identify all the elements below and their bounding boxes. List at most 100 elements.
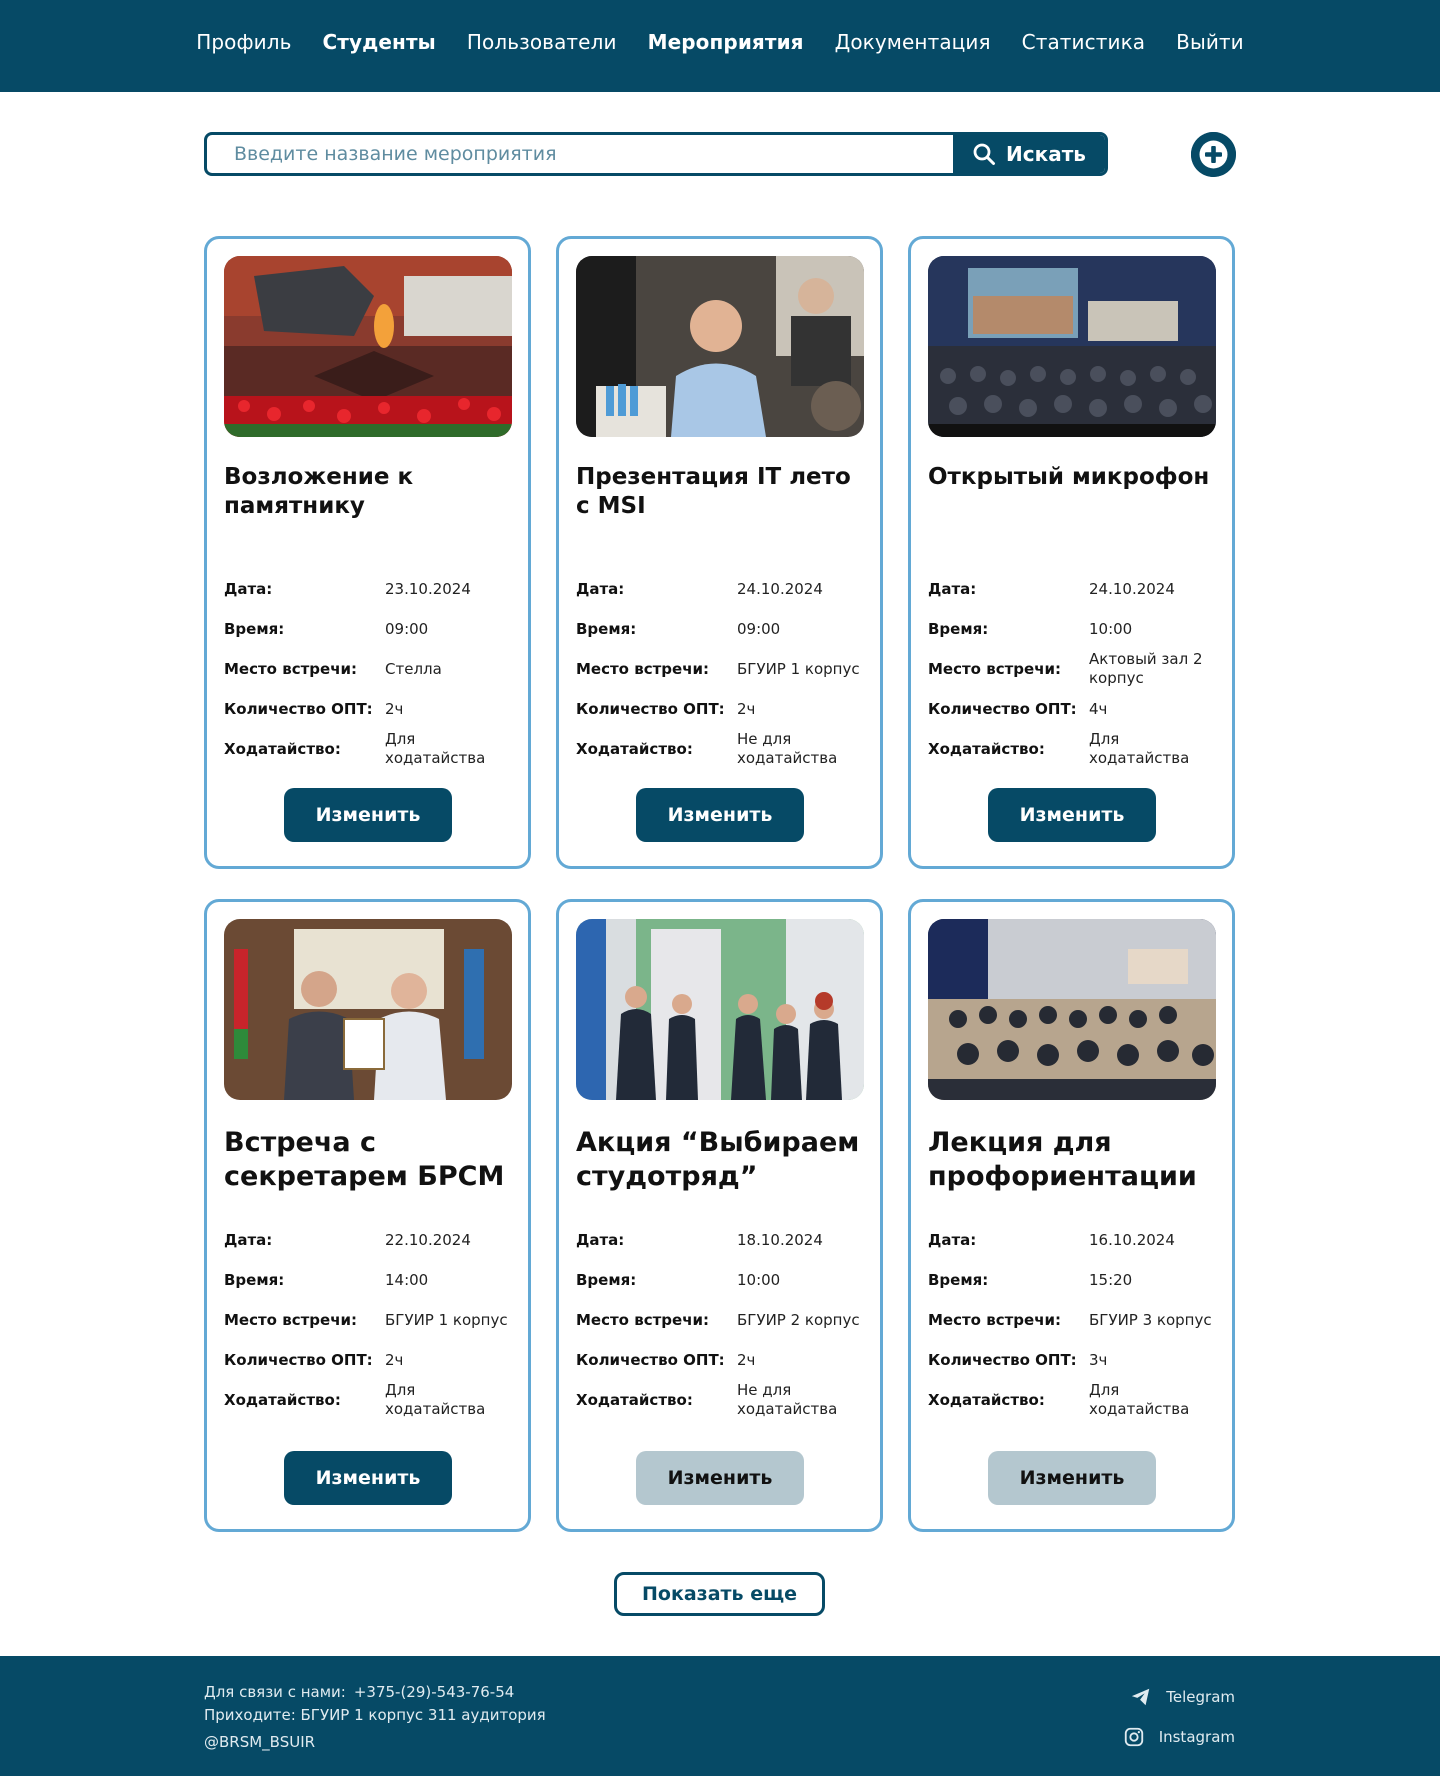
place-label: Место встречи: bbox=[576, 660, 710, 678]
place-value: Стелла bbox=[385, 659, 442, 678]
nav-profile[interactable]: Профиль bbox=[196, 30, 291, 54]
place-value: Актовый зал 2 корпус bbox=[1089, 650, 1203, 687]
event-title: Встреча с секретарем БРСМ bbox=[224, 1127, 505, 1192]
footer-address: Приходите: БГУИР 1 корпус 311 аудитория bbox=[204, 1706, 546, 1724]
event-title: Возложение к памятнику bbox=[224, 464, 414, 519]
contact-label: Для связи с нами: bbox=[204, 1683, 346, 1701]
instagram-link[interactable]: Instagram bbox=[1123, 1726, 1235, 1748]
nav-statistics[interactable]: Статистика bbox=[1022, 30, 1146, 54]
time-value: 10:00 bbox=[737, 1270, 781, 1289]
place-label: Место встречи: bbox=[576, 1311, 710, 1329]
telegram-icon bbox=[1132, 1688, 1150, 1706]
opt-value: 2ч bbox=[385, 699, 404, 718]
petition-label: Ходатайство: bbox=[928, 1391, 1045, 1409]
search-bar: Искать bbox=[204, 132, 1108, 176]
search-icon bbox=[973, 143, 996, 165]
event-card: Встреча с секретарем БРСМ Дата: 22.10.202… bbox=[204, 899, 531, 1532]
petition-label: Ходатайство: bbox=[576, 740, 693, 758]
petition-label: Ходатайство: bbox=[224, 1391, 341, 1409]
event-photo bbox=[928, 919, 1216, 1100]
petition-label: Ходатайство: bbox=[576, 1391, 693, 1409]
place-value: БГУИР 2 корпус bbox=[737, 1310, 860, 1329]
date-label: Дата: bbox=[928, 1231, 977, 1249]
event-photo bbox=[928, 256, 1216, 437]
petition-value: Не для ходатайства bbox=[737, 730, 838, 767]
search-input[interactable] bbox=[207, 135, 957, 173]
petition-value: Не для ходатайства bbox=[737, 1381, 838, 1418]
footer-handle[interactable]: @BRSM_BSUIR bbox=[204, 1733, 315, 1751]
event-title: Акция “Выбираем студотряд” bbox=[576, 1127, 860, 1192]
nav-documentation[interactable]: Документация bbox=[835, 30, 991, 54]
telegram-link[interactable]: Telegram bbox=[1130, 1686, 1235, 1708]
footer-contact: Для связи с нами: +375-(29)-543-76-54 bbox=[204, 1683, 514, 1701]
nav-logout[interactable]: Выйти bbox=[1176, 30, 1244, 54]
date-label: Дата: bbox=[928, 580, 977, 598]
date-label: Дата: bbox=[576, 580, 625, 598]
petition-value: Для ходатайства bbox=[385, 730, 486, 767]
opt-value: 2ч bbox=[385, 1350, 404, 1369]
event-photo bbox=[576, 919, 864, 1100]
opt-value: 4ч bbox=[1089, 699, 1108, 718]
date-value: 18.10.2024 bbox=[737, 1230, 823, 1249]
add-event-button[interactable] bbox=[1191, 132, 1236, 177]
date-label: Дата: bbox=[224, 1231, 273, 1249]
petition-label: Ходатайство: bbox=[928, 740, 1045, 758]
nav-users[interactable]: Пользователи bbox=[467, 30, 617, 54]
event-card: Лекция для профориентации Дата: 16.10.202… bbox=[908, 899, 1235, 1532]
date-label: Дата: bbox=[576, 1231, 625, 1249]
edit-button[interactable]: Изменить bbox=[284, 788, 452, 842]
time-label: Время: bbox=[224, 620, 285, 638]
opt-label: Количество ОПТ: bbox=[576, 1351, 725, 1369]
event-card: Презентация IT лето с MSI Дата: 24.10.202… bbox=[556, 236, 883, 869]
time-label: Время: bbox=[928, 1271, 989, 1289]
date-value: 22.10.2024 bbox=[385, 1230, 471, 1249]
footer: Для связи с нами: +375-(29)-543-76-54 При… bbox=[0, 1656, 1440, 1776]
time-value: 09:00 bbox=[385, 619, 429, 638]
place-value: БГУИР 1 корпус bbox=[737, 659, 860, 678]
show-more-button[interactable]: Показать еще bbox=[614, 1572, 825, 1616]
petition-value: Для ходатайства bbox=[385, 1381, 486, 1418]
plus-icon bbox=[1191, 132, 1236, 177]
place-label: Место встречи: bbox=[224, 660, 358, 678]
event-card: Возложение к памятнику Дата: 23.10.2024 В… bbox=[204, 236, 531, 869]
place-label: Место встречи: bbox=[224, 1311, 358, 1329]
time-label: Время: bbox=[224, 1271, 285, 1289]
event-card: Открытый микрофон Дата: 24.10.2024 Время:… bbox=[908, 236, 1235, 869]
event-photo bbox=[224, 919, 512, 1100]
opt-label: Количество ОПТ: bbox=[576, 700, 725, 718]
opt-label: Количество ОПТ: bbox=[224, 1351, 373, 1369]
edit-button[interactable]: Изменить bbox=[636, 1451, 804, 1505]
nav-students[interactable]: Студенты bbox=[323, 30, 436, 54]
search-button[interactable]: Искать bbox=[953, 135, 1105, 173]
time-label: Время: bbox=[928, 620, 989, 638]
contact-phone[interactable]: +375-(29)-543-76-54 bbox=[354, 1683, 514, 1701]
edit-button[interactable]: Изменить bbox=[284, 1451, 452, 1505]
place-value: БГУИР 3 корпус bbox=[1089, 1310, 1212, 1329]
date-label: Дата: bbox=[224, 580, 273, 598]
petition-value: Для ходатайства bbox=[1089, 1381, 1190, 1418]
edit-button[interactable]: Изменить bbox=[988, 1451, 1156, 1505]
opt-value: 2ч bbox=[737, 699, 756, 718]
opt-value: 2ч bbox=[737, 1350, 756, 1369]
nav-events[interactable]: Мероприятия bbox=[648, 30, 804, 54]
date-value: 24.10.2024 bbox=[1089, 579, 1175, 598]
top-navbar: Профиль Студенты Пользователи Мероприяти… bbox=[0, 0, 1440, 92]
instagram-icon bbox=[1124, 1727, 1143, 1747]
event-title: Презентация IT лето с MSI bbox=[576, 464, 851, 519]
place-label: Место встречи: bbox=[928, 1311, 1062, 1329]
main-nav: Профиль Студенты Пользователи Мероприяти… bbox=[0, 30, 1440, 54]
time-value: 09:00 bbox=[737, 619, 781, 638]
time-label: Время: bbox=[576, 1271, 637, 1289]
edit-button[interactable]: Изменить bbox=[636, 788, 804, 842]
event-card: Акция “Выбираем студотряд” Дата: 18.10.20… bbox=[556, 899, 883, 1532]
date-value: 16.10.2024 bbox=[1089, 1230, 1175, 1249]
time-value: 15:20 bbox=[1089, 1270, 1133, 1289]
petition-label: Ходатайство: bbox=[224, 740, 341, 758]
search-button-label: Искать bbox=[1006, 142, 1086, 166]
edit-button[interactable]: Изменить bbox=[988, 788, 1156, 842]
event-photo bbox=[224, 256, 512, 437]
instagram-label: Instagram bbox=[1158, 1728, 1235, 1746]
opt-label: Количество ОПТ: bbox=[224, 700, 373, 718]
petition-value: Для ходатайства bbox=[1089, 730, 1190, 767]
opt-label: Количество ОПТ: bbox=[928, 700, 1077, 718]
